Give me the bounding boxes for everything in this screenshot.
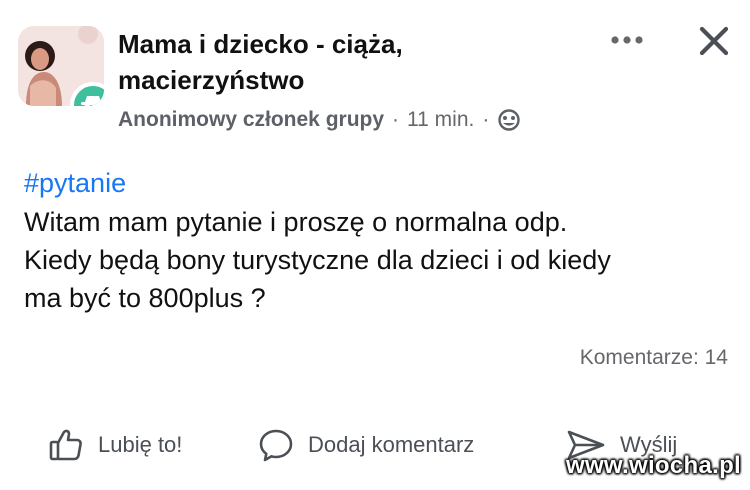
author-name[interactable]: Anonimowy członek grupy — [118, 108, 384, 132]
post-card: Mama i dziecko - ciąża, macierzyństwo An… — [0, 0, 750, 490]
close-button[interactable] — [690, 18, 738, 64]
post-hashtag[interactable]: #pytanie — [24, 166, 126, 200]
like-label: Lubię to! — [98, 432, 183, 457]
post-line: ma być to 800plus ? — [24, 283, 266, 313]
comments-count[interactable]: Komentarze: 14 — [580, 346, 728, 370]
group-name[interactable]: Mama i dziecko - ciąża, macierzyństwo — [118, 26, 588, 98]
group-privacy-icon — [497, 108, 521, 132]
post-line: Witam mam pytanie i proszę o normalna od… — [24, 207, 568, 237]
post-body: Witam mam pytanie i proszę o normalna od… — [24, 203, 724, 317]
group-avatar[interactable] — [18, 26, 104, 106]
thumbs-up-icon — [49, 429, 82, 461]
post-timestamp[interactable]: 11 min. — [407, 108, 474, 132]
watermark: www.wiocha.pl — [566, 452, 742, 479]
close-icon — [699, 26, 729, 56]
comment-icon — [259, 429, 293, 462]
comment-button[interactable]: Dodaj komentarz — [258, 420, 474, 470]
post-line: Kiedy będą bony turystyczne dla dzieci i… — [24, 245, 611, 275]
more-options-button[interactable] — [600, 22, 654, 58]
more-options-icon — [611, 36, 643, 44]
meta-separator-2: · — [482, 108, 490, 131]
post-meta: Anonimowy członek grupy · 11 min. · — [118, 106, 521, 134]
like-button[interactable]: Lubię to! — [48, 420, 182, 470]
comment-label: Dodaj komentarz — [308, 432, 475, 457]
meta-separator: · — [392, 108, 400, 131]
